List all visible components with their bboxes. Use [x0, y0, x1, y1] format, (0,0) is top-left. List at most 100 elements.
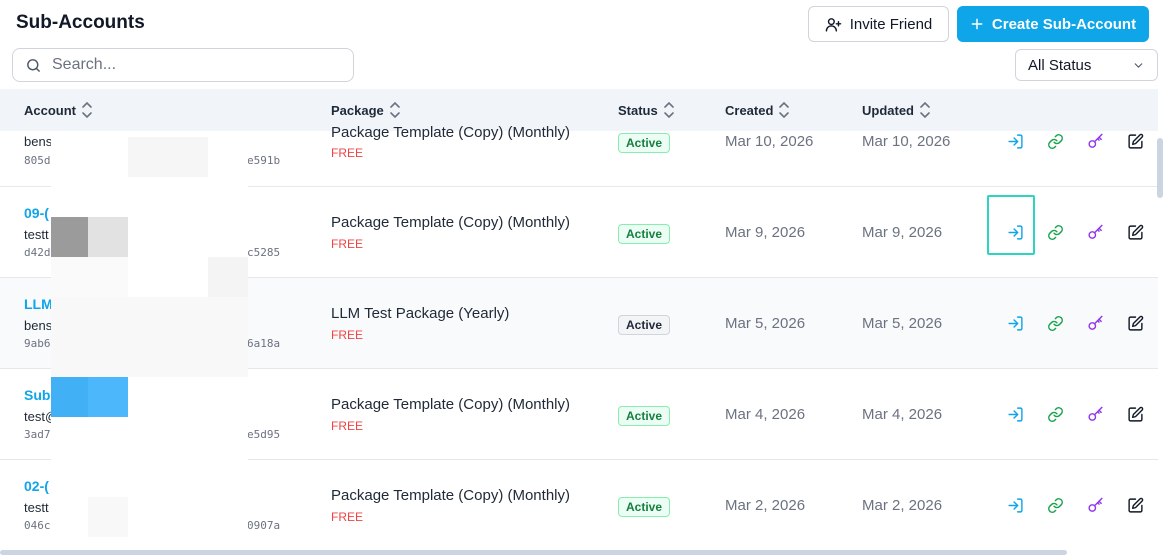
api-key-button[interactable]	[1083, 220, 1107, 244]
updated-date: Mar 4, 2026	[862, 406, 943, 423]
created-date: Mar 4, 2026	[725, 406, 806, 423]
account-id-start: 046c	[24, 519, 51, 532]
edit-icon	[1127, 133, 1143, 149]
account-id-start: 805d	[24, 154, 51, 167]
key-icon	[1087, 315, 1103, 330]
horizontal-scrollbar[interactable]	[0, 550, 1067, 555]
created-date: Mar 9, 2026	[725, 224, 806, 241]
account-email: bens	[24, 134, 53, 149]
package-name: Package Template (Copy) (Monthly)	[331, 487, 570, 504]
focus-highlight	[987, 195, 1035, 255]
status-badge: Active	[618, 315, 671, 335]
redaction-block	[51, 257, 128, 297]
search-icon	[27, 58, 40, 72]
updated-date: Mar 9, 2026	[862, 224, 943, 241]
package-name: Package Template (Copy) (Monthly)	[331, 214, 570, 231]
copy-link-button[interactable]	[1043, 402, 1067, 426]
package-price: FREE	[331, 146, 364, 160]
status-badge: Active	[618, 133, 671, 153]
key-icon	[1087, 133, 1103, 148]
created-date: Mar 10, 2026	[725, 133, 814, 150]
status-badge: Active	[618, 406, 671, 426]
copy-link-button[interactable]	[1043, 493, 1067, 517]
key-icon	[1087, 224, 1103, 239]
created-date: Mar 2, 2026	[725, 497, 806, 514]
create-sub-account-button[interactable]: Create Sub-Account	[957, 6, 1149, 42]
copy-link-button[interactable]	[1043, 129, 1067, 153]
account-id-end: e5d95	[247, 428, 281, 441]
login-icon	[1007, 133, 1023, 149]
plus-icon	[971, 18, 983, 30]
package-price: FREE	[331, 237, 364, 251]
search-box[interactable]	[12, 48, 354, 82]
account-name-link[interactable]: 09-(	[24, 205, 49, 221]
user-plus-icon	[825, 17, 842, 32]
edit-button[interactable]	[1123, 402, 1147, 426]
account-id-start: d42d	[24, 246, 51, 259]
account-id-end: c5285	[247, 246, 281, 259]
login-icon	[1007, 497, 1023, 513]
account-id-start: 3ad7	[24, 428, 51, 441]
link-icon	[1047, 133, 1063, 149]
sub-accounts-page: Sub-Accounts Invite Friend Create Sub-Ac…	[0, 0, 1164, 555]
redaction-block	[51, 297, 248, 377]
account-id-start: 9ab6	[24, 337, 51, 350]
vertical-scrollbar[interactable]	[1157, 138, 1163, 198]
login-as-button[interactable]	[1003, 129, 1027, 153]
account-id-end: 6a18a	[247, 337, 281, 350]
account-name-link[interactable]: 02-(	[24, 478, 49, 494]
page-title: Sub-Accounts	[16, 12, 145, 33]
api-key-button[interactable]	[1083, 129, 1107, 153]
package-name: Package Template (Copy) (Monthly)	[331, 124, 570, 141]
status-filter-select[interactable]: All Status	[1015, 49, 1158, 81]
package-name: LLM Test Package (Yearly)	[331, 305, 510, 322]
edit-button[interactable]	[1123, 129, 1147, 153]
account-name-link[interactable]: LLM	[24, 296, 53, 312]
status-badge: Active	[618, 224, 671, 244]
invite-friend-button[interactable]: Invite Friend	[808, 6, 949, 42]
api-key-button[interactable]	[1083, 402, 1107, 426]
invite-friend-label: Invite Friend	[849, 15, 933, 33]
redaction-block	[208, 257, 248, 297]
redaction-block	[51, 217, 88, 257]
package-price: FREE	[331, 419, 364, 433]
edit-button[interactable]	[1123, 220, 1147, 244]
redaction-block	[88, 497, 128, 537]
edit-button[interactable]	[1123, 493, 1147, 517]
account-id-end: e591b	[247, 154, 281, 167]
edit-icon	[1127, 406, 1143, 422]
account-email: testt	[24, 227, 49, 242]
updated-date: Mar 2, 2026	[862, 497, 943, 514]
redaction-block	[128, 137, 208, 177]
login-icon	[1007, 406, 1023, 422]
api-key-button[interactable]	[1083, 493, 1107, 517]
login-icon	[1007, 315, 1023, 331]
key-icon	[1087, 497, 1103, 512]
redaction-block	[88, 377, 128, 417]
updated-date: Mar 5, 2026	[862, 315, 943, 332]
link-icon	[1047, 315, 1063, 331]
account-email: bens	[24, 318, 53, 333]
search-input[interactable]	[52, 56, 332, 74]
edit-icon	[1127, 497, 1143, 513]
copy-link-button[interactable]	[1043, 311, 1067, 335]
created-date: Mar 5, 2026	[725, 315, 806, 332]
account-email: testt	[24, 500, 49, 515]
package-price: FREE	[331, 510, 364, 524]
login-as-button[interactable]	[1003, 402, 1027, 426]
package-price: FREE	[331, 328, 364, 342]
redaction-block	[51, 377, 88, 417]
key-icon	[1087, 406, 1103, 421]
api-key-button[interactable]	[1083, 311, 1107, 335]
link-icon	[1047, 406, 1063, 422]
redaction-block	[88, 217, 128, 257]
account-id-end: 0907a	[247, 519, 281, 532]
account-name-link[interactable]: Sub	[24, 387, 50, 403]
copy-link-button[interactable]	[1043, 220, 1067, 244]
edit-icon	[1127, 315, 1143, 331]
link-icon	[1047, 224, 1063, 240]
create-sub-account-label: Create Sub-Account	[991, 15, 1137, 33]
login-as-button[interactable]	[1003, 311, 1027, 335]
edit-button[interactable]	[1123, 311, 1147, 335]
login-as-button[interactable]	[1003, 493, 1027, 517]
